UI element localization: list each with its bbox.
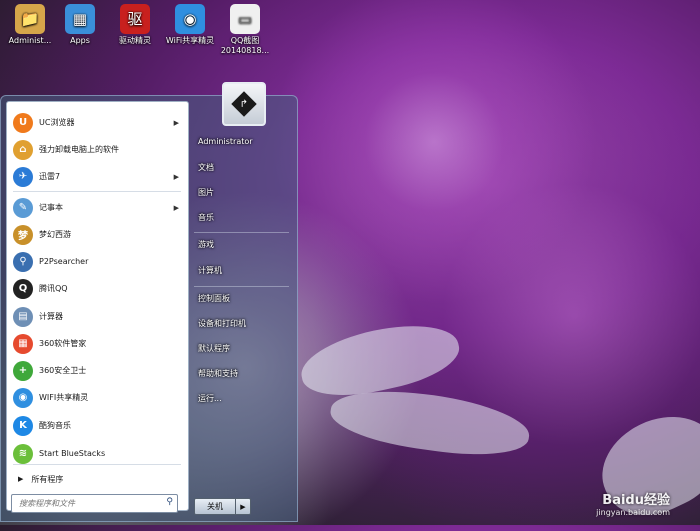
shutdown-options-button[interactable]: ▶ bbox=[236, 498, 251, 515]
right-pane-item[interactable]: 文档 bbox=[198, 162, 214, 173]
search-icon[interactable]: ⚲ bbox=[166, 497, 173, 507]
program-item[interactable]: +360安全卫士 bbox=[10, 358, 185, 383]
search-app-icon: ⚲ bbox=[13, 251, 33, 272]
user-picture-icon: ↱ bbox=[231, 91, 257, 117]
kugou-music-icon: K bbox=[13, 415, 33, 436]
desktop-icon-label: QQ截图20140818... bbox=[220, 36, 270, 55]
right-pane-item[interactable]: 设备和打印机 bbox=[198, 318, 246, 329]
image-file-icon: ▭ bbox=[230, 4, 260, 34]
program-item[interactable]: ✎ 记事本 ▶ bbox=[10, 195, 185, 220]
desktop-icon-label: WiFi共享精灵 bbox=[165, 36, 215, 45]
desktop-icon-label: Apps bbox=[70, 36, 90, 45]
uninstall-icon: ⌂ bbox=[13, 139, 33, 160]
user-avatar[interactable]: ↱ bbox=[222, 82, 266, 126]
wifi-share-icon: ◉ bbox=[13, 387, 33, 408]
program-label: 记事本 bbox=[39, 203, 63, 212]
software-manager-icon: ▦ bbox=[13, 333, 33, 354]
security-guard-icon: + bbox=[13, 360, 33, 381]
uc-browser-icon: U bbox=[13, 112, 33, 133]
right-pane-item[interactable]: 控制面板 bbox=[198, 293, 230, 304]
start-menu: U UC浏览器 ▶ ⌂ 强力卸载电脑上的软件 ✈ 迅雷7 ▶ ✎ 记事本 ▶ 梦梦幻西游 ⚲ P2Psea… bbox=[0, 82, 298, 522]
program-label: UC浏览器 bbox=[39, 118, 75, 127]
notepad-icon: ✎ bbox=[13, 197, 33, 218]
desktop-icon[interactable]: 驱驱动精灵 bbox=[110, 4, 160, 46]
right-pane-item[interactable]: 运行... bbox=[198, 393, 222, 404]
watermark-text: Baidu经验 bbox=[602, 493, 670, 508]
program-item[interactable]: ⚲ P2Psearcher bbox=[10, 249, 185, 274]
all-programs-button[interactable]: ▶ 所有程序 bbox=[10, 470, 185, 488]
program-item[interactable]: ✈ 迅雷7 ▶ bbox=[10, 164, 185, 189]
desktop-icon[interactable]: 📁 Administ... bbox=[5, 4, 55, 46]
search-box[interactable]: ⚲ bbox=[11, 494, 178, 513]
program-item[interactable]: U UC浏览器 ▶ bbox=[10, 110, 185, 135]
right-pane-item[interactable]: 帮助和支持 bbox=[198, 368, 238, 379]
watermark-url: jingyan.baidu.com bbox=[596, 508, 670, 517]
right-pane-item[interactable]: 图片 bbox=[198, 187, 214, 198]
program-label: 360安全卫士 bbox=[39, 366, 87, 375]
game-icon: 梦 bbox=[13, 224, 33, 245]
program-item[interactable]: ◉ WIFI共享精灵 bbox=[10, 385, 185, 410]
program-item[interactable]: K 酷狗音乐 bbox=[10, 413, 185, 438]
program-label: 腾讯QQ bbox=[39, 284, 68, 293]
watermark: Baidu经验 jingyan.baidu.com bbox=[596, 489, 670, 517]
program-label: 强力卸载电脑上的软件 bbox=[39, 145, 119, 154]
program-label: WIFI共享精灵 bbox=[39, 393, 89, 402]
wifi-share-icon: ◉ bbox=[175, 4, 205, 34]
program-item[interactable]: ≋ Start BlueStacks bbox=[10, 441, 185, 466]
triangle-right-icon: ▶ bbox=[18, 475, 24, 483]
shutdown-button[interactable]: 关机 bbox=[194, 498, 236, 515]
program-item[interactable]: 梦梦幻西游 bbox=[10, 222, 185, 247]
qq-icon: Q bbox=[13, 278, 33, 299]
program-item[interactable]: ⌂ 强力卸载电脑上的软件 bbox=[10, 137, 185, 162]
desktop-icon-label: Administ... bbox=[8, 36, 52, 45]
right-pane-item[interactable]: Administrator bbox=[198, 137, 253, 146]
program-label: 计算器 bbox=[39, 312, 63, 321]
desktop-icon-label: 驱动精灵 bbox=[119, 36, 151, 45]
program-label: P2Psearcher bbox=[39, 257, 89, 266]
program-item[interactable]: ▦ 360软件管家 bbox=[10, 331, 185, 356]
programs-pane: U UC浏览器 ▶ ⌂ 强力卸载电脑上的软件 ✈ 迅雷7 ▶ ✎ 记事本 ▶ 梦梦幻西游 ⚲ P2Psea… bbox=[6, 101, 189, 511]
divider bbox=[13, 464, 181, 465]
program-label: 迅雷7 bbox=[39, 172, 61, 181]
calculator-icon: ▤ bbox=[13, 306, 33, 327]
triangle-right-icon: ▶ bbox=[240, 502, 246, 511]
divider bbox=[194, 286, 289, 287]
right-pane-item[interactable]: 计算机 bbox=[198, 265, 222, 276]
desktop-icon[interactable]: ▦ Apps bbox=[55, 4, 105, 46]
right-pane-item[interactable]: 默认程序 bbox=[198, 343, 230, 354]
desktop-icon[interactable]: ▭ QQ截图20140818... bbox=[220, 4, 270, 56]
program-item[interactable]: Q 腾讯QQ bbox=[10, 276, 185, 301]
program-label: 360软件管家 bbox=[39, 339, 87, 348]
bluestacks-icon: ≋ bbox=[13, 443, 33, 464]
program-label: 酷狗音乐 bbox=[39, 421, 71, 430]
apps-icon: ▦ bbox=[65, 4, 95, 34]
program-label: 梦幻西游 bbox=[39, 230, 71, 239]
divider bbox=[13, 191, 181, 192]
driver-wizard-icon: 驱 bbox=[120, 4, 150, 34]
desktop-icon[interactable]: ◉ WiFi共享精灵 bbox=[165, 4, 215, 46]
search-input[interactable] bbox=[17, 498, 161, 509]
submenu-arrow-icon: ▶ bbox=[173, 118, 179, 127]
right-pane-item[interactable]: 游戏 bbox=[198, 239, 214, 250]
folder-icon: 📁 bbox=[15, 4, 45, 34]
program-item[interactable]: ▤ 计算器 bbox=[10, 304, 185, 329]
thunder-icon: ✈ bbox=[13, 166, 33, 187]
submenu-arrow-icon: ▶ bbox=[173, 203, 179, 212]
submenu-arrow-icon: ▶ bbox=[173, 172, 179, 181]
program-label: Start BlueStacks bbox=[39, 449, 106, 458]
shutdown-group: 关机 ▶ bbox=[194, 498, 251, 515]
divider bbox=[194, 232, 289, 233]
all-programs-label: 所有程序 bbox=[31, 474, 64, 484]
right-pane-item[interactable]: 音乐 bbox=[198, 212, 214, 223]
